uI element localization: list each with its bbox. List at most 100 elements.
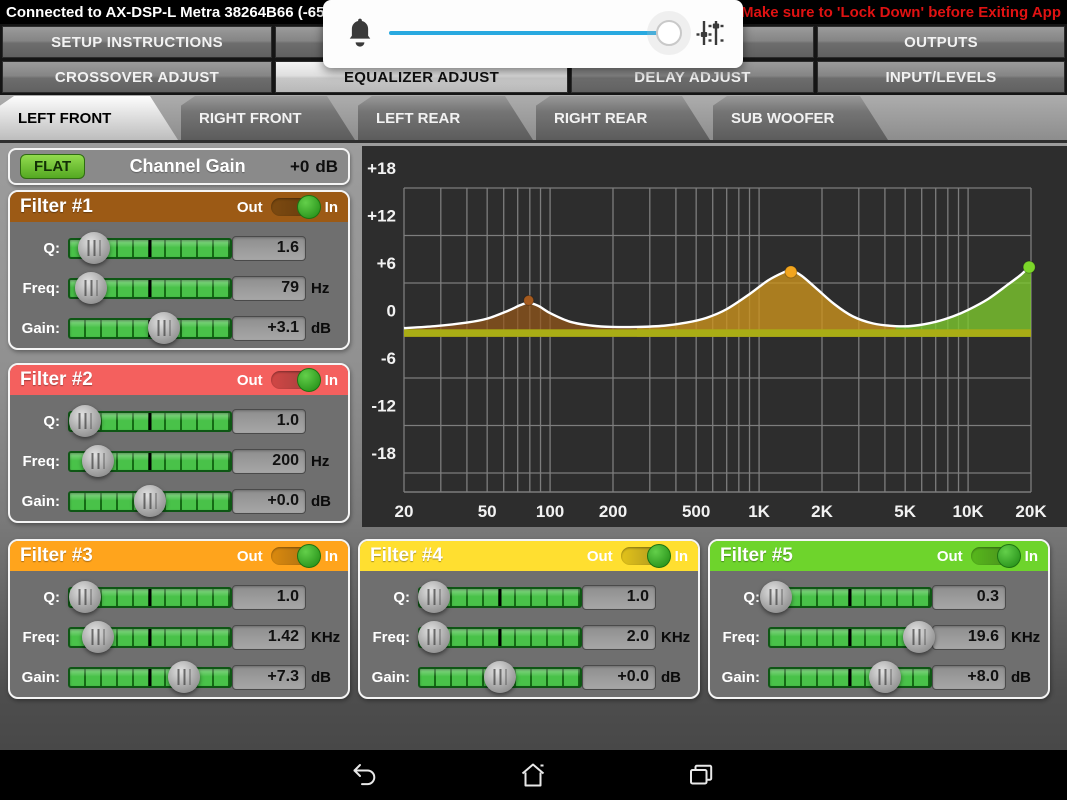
- tab-right-front[interactable]: RIGHT FRONT: [181, 96, 355, 140]
- toggle-knob[interactable]: [997, 544, 1021, 568]
- filter-1-q-value: 1.6: [232, 236, 306, 261]
- filter-1-in-out-toggle[interactable]: [271, 198, 317, 216]
- slider-center-tick: [849, 669, 852, 686]
- slider-thumb[interactable]: [69, 405, 101, 437]
- filter-4-gain-unit: dB: [656, 669, 690, 686]
- slider-thumb[interactable]: [148, 312, 180, 344]
- filter-3-in-out-toggle[interactable]: [271, 547, 317, 565]
- filter-2-header: Filter #2OutIn: [10, 365, 348, 395]
- toggle-knob[interactable]: [297, 544, 321, 568]
- filter-4-in-out-toggle[interactable]: [621, 547, 667, 565]
- slider-thumb[interactable]: [69, 581, 101, 613]
- channel-gain-title: Channel Gain: [85, 156, 290, 177]
- filter-2-gain-slider[interactable]: [68, 491, 232, 512]
- filter-2-q-value: 1.0: [232, 409, 306, 434]
- filter-5-in-out-toggle[interactable]: [971, 547, 1017, 565]
- filter-4-freq-unit: KHz: [656, 629, 690, 646]
- filter-1-title: Filter #1: [20, 196, 237, 218]
- filter-5-freq-value: 19.6: [932, 625, 1006, 650]
- filter-4-in-label: In: [675, 548, 688, 565]
- slider-thumb[interactable]: [82, 621, 114, 653]
- filter-2-q-slider[interactable]: [68, 411, 232, 432]
- volume-slider-knob[interactable]: [656, 20, 682, 46]
- slider-center-tick: [499, 589, 502, 606]
- filter-2-freq-slider[interactable]: [68, 451, 232, 472]
- toggle-knob[interactable]: [297, 195, 321, 219]
- channel-gain-value: +0: [290, 157, 309, 177]
- lockdown-warning-text: ed - Make sure to 'Lock Down' before Exi…: [710, 4, 1061, 21]
- tab-right-rear[interactable]: RIGHT REAR: [536, 96, 710, 140]
- slider-thumb[interactable]: [168, 661, 200, 693]
- toggle-knob[interactable]: [647, 544, 671, 568]
- filter-1-gain-value: +3.1: [232, 316, 306, 341]
- tab-left-front[interactable]: LEFT FRONT: [0, 96, 178, 140]
- slider-thumb[interactable]: [903, 621, 935, 653]
- slider-thumb[interactable]: [134, 485, 166, 517]
- menu-button-input-levels[interactable]: INPUT/LEVELS: [817, 61, 1065, 93]
- filter-1-gain-unit: dB: [306, 320, 340, 337]
- slider-center-tick: [849, 629, 852, 646]
- svg-text:500: 500: [682, 502, 710, 521]
- filter-1-header: Filter #1OutIn: [10, 192, 348, 222]
- filter-1-freq-slider[interactable]: [68, 278, 232, 299]
- slider-thumb[interactable]: [760, 581, 792, 613]
- slider-center-tick: [149, 280, 152, 297]
- tab-left-rear[interactable]: LEFT REAR: [358, 96, 533, 140]
- content-area: FLAT Channel Gain +0 dB +18+12+60-6-12-1…: [0, 143, 1067, 750]
- svg-text:50: 50: [478, 502, 497, 521]
- filter-4-q-slider[interactable]: [418, 587, 582, 608]
- slider-thumb[interactable]: [418, 581, 450, 613]
- filter-3-gain-label: Gain:: [18, 669, 68, 686]
- filter-5-out-label: Out: [937, 548, 963, 565]
- recents-icon[interactable]: [687, 761, 715, 789]
- menu-button-outputs[interactable]: OUTPUTS: [817, 26, 1065, 58]
- toggle-knob[interactable]: [297, 368, 321, 392]
- filter-1-q-slider[interactable]: [68, 238, 232, 259]
- filter-5-q-slider[interactable]: [768, 587, 932, 608]
- volume-slider[interactable]: [389, 31, 675, 35]
- filter-4-gain-value: +0.0: [582, 665, 656, 690]
- home-icon[interactable]: [519, 761, 547, 789]
- filter-3-freq-slider[interactable]: [68, 627, 232, 648]
- sliders-icon[interactable]: [695, 18, 725, 48]
- filter-3-header: Filter #3OutIn: [10, 541, 348, 571]
- slider-thumb[interactable]: [75, 272, 107, 304]
- slider-center-tick: [499, 629, 502, 646]
- filter-5-in-label: In: [1025, 548, 1038, 565]
- back-icon[interactable]: [351, 761, 379, 789]
- slider-thumb[interactable]: [78, 232, 110, 264]
- filter-4-title: Filter #4: [370, 545, 587, 567]
- svg-text:5K: 5K: [894, 502, 916, 521]
- filter-2-in-label: In: [325, 372, 338, 389]
- slider-thumb[interactable]: [418, 621, 450, 653]
- filter-4-gain-slider[interactable]: [418, 667, 582, 688]
- filter-2-freq-label: Freq:: [18, 453, 68, 470]
- menu-button-crossover-adjust[interactable]: CROSSOVER ADJUST: [2, 61, 272, 93]
- flat-button[interactable]: FLAT: [20, 154, 85, 179]
- slider-thumb[interactable]: [484, 661, 516, 693]
- android-navbar: [0, 750, 1067, 800]
- filter-5-gain-slider[interactable]: [768, 667, 932, 688]
- filter-3-gain-slider[interactable]: [68, 667, 232, 688]
- filter-4-freq-slider[interactable]: [418, 627, 582, 648]
- filter-3-title: Filter #3: [20, 545, 237, 567]
- slider-thumb[interactable]: [82, 445, 114, 477]
- filter-1-gain-slider[interactable]: [68, 318, 232, 339]
- filter-2-in-out-toggle[interactable]: [271, 371, 317, 389]
- filter-5-freq-slider[interactable]: [768, 627, 932, 648]
- slider-thumb[interactable]: [869, 661, 901, 693]
- svg-text:1K: 1K: [748, 502, 770, 521]
- menu-button-setup-instructions[interactable]: SETUP INSTRUCTIONS: [2, 26, 272, 58]
- svg-text:200: 200: [599, 502, 627, 521]
- slider-center-tick: [149, 453, 152, 470]
- tab-sub-woofer[interactable]: SUB WOOFER: [713, 96, 888, 140]
- filter-4-freq-label: Freq:: [368, 629, 418, 646]
- svg-text:0: 0: [387, 302, 396, 321]
- svg-text:+12: +12: [367, 206, 396, 225]
- filter-4-freq-value: 2.0: [582, 625, 656, 650]
- filter-3-q-slider[interactable]: [68, 587, 232, 608]
- filter-2-title: Filter #2: [20, 369, 237, 391]
- slider-center-tick: [149, 240, 152, 257]
- svg-text:+18: +18: [367, 159, 396, 178]
- bell-icon: [345, 16, 375, 50]
